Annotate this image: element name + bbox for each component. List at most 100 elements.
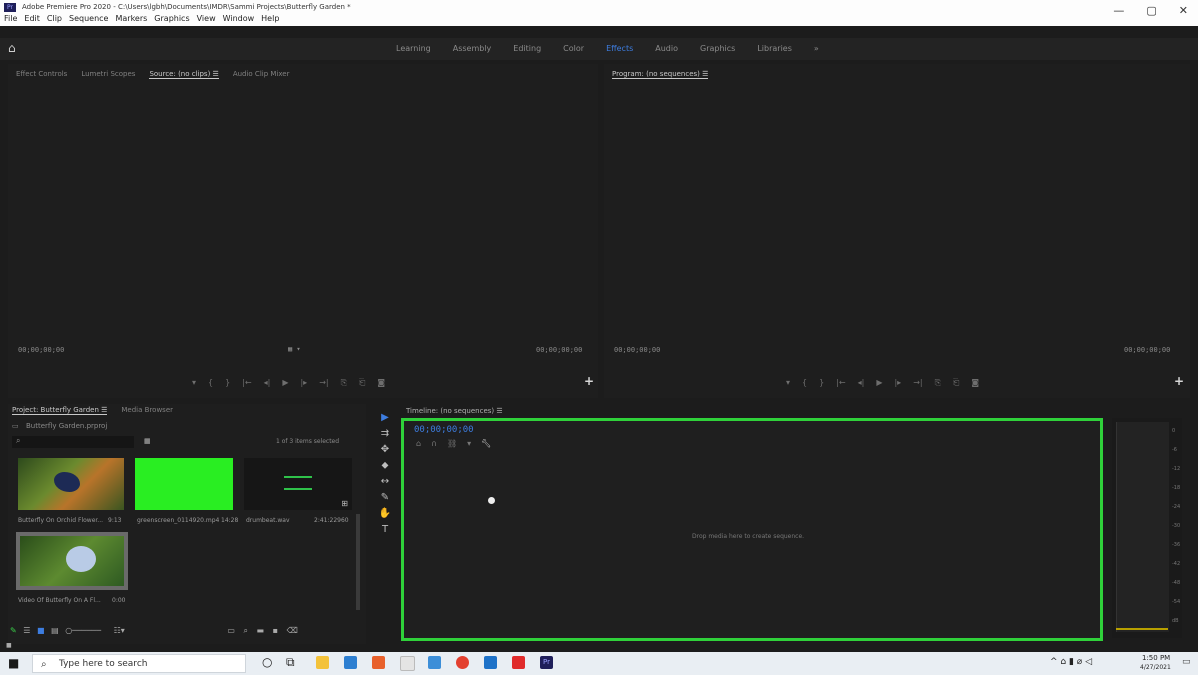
extract-button[interactable]: ⎗ — [953, 378, 959, 388]
chrome-icon[interactable] — [456, 656, 469, 669]
clear-icon[interactable]: ⌫ — [287, 626, 298, 635]
tab-timeline[interactable]: Timeline: (no sequences) ☰ — [406, 407, 503, 415]
taskbar-search-input[interactable]: ⌕ Type here to search — [32, 654, 246, 673]
list-view-icon[interactable]: ☰ — [23, 626, 30, 635]
store-icon[interactable] — [428, 656, 441, 669]
menu-view[interactable]: View — [197, 14, 216, 23]
new-bin-icon[interactable]: ▬ — [257, 626, 265, 635]
play-button[interactable]: ▶ — [876, 378, 882, 388]
workspace-tab-effects[interactable]: Effects — [606, 44, 633, 53]
overwrite-button[interactable]: ⎗ — [359, 378, 365, 388]
notifications-icon[interactable]: ▭ — [1182, 657, 1191, 667]
ripple-edit-tool-icon[interactable]: ✥ — [375, 444, 395, 460]
project-scrollbar[interactable] — [356, 514, 360, 610]
export-frame-button[interactable]: ◙ — [377, 378, 385, 388]
sort-icon[interactable]: ☷▾ — [114, 626, 125, 635]
photos-icon[interactable] — [400, 656, 415, 671]
clip-thumbnail-greenscreen[interactable] — [135, 458, 233, 510]
menu-window[interactable]: Window — [223, 14, 255, 23]
wrench-icon[interactable]: 🔧︎ — [481, 439, 491, 448]
pen-tool-icon[interactable]: ✎ — [375, 492, 395, 508]
home-icon[interactable]: ⌂ — [8, 41, 16, 55]
mark-out-button[interactable]: } — [819, 378, 824, 388]
automate-icon[interactable]: ▭ — [227, 626, 235, 635]
export-frame-button[interactable]: ◙ — [971, 378, 979, 388]
clock-time[interactable]: 1:50 PM — [1142, 654, 1170, 662]
tab-source-monitor[interactable]: Source: (no clips) ☰ — [149, 70, 219, 79]
step-back-button[interactable]: ◂| — [264, 378, 271, 388]
pencil-icon[interactable]: ✎ — [10, 626, 17, 635]
timeline-timecode[interactable]: 00;00;00;00 — [414, 425, 474, 435]
mark-out-button[interactable]: } — [225, 378, 230, 388]
freeform-view-icon[interactable]: ▤ — [51, 626, 59, 635]
tab-effect-controls[interactable]: Effect Controls — [16, 70, 67, 79]
find-icon[interactable]: ⌕ — [243, 626, 247, 635]
system-tray-icons[interactable]: ^ ⌂ ▮ ⌀ ◁ — [1050, 657, 1092, 667]
menu-sequence[interactable]: Sequence — [69, 14, 108, 23]
cortana-icon[interactable]: ○ — [262, 655, 272, 669]
new-bin-from-search-icon[interactable]: ▦ — [144, 437, 151, 445]
icon-view-icon[interactable]: ■ — [37, 626, 45, 635]
tab-media-browser[interactable]: Media Browser — [121, 406, 173, 415]
clip-tile-selected[interactable] — [16, 532, 128, 590]
step-forward-button[interactable]: |▸ — [300, 378, 307, 388]
file-explorer-icon[interactable] — [316, 656, 329, 669]
workspace-overflow-button[interactable]: » — [814, 44, 819, 53]
clip-thumbnail-butterfly-orchid[interactable] — [18, 458, 124, 510]
tab-lumetri-scopes[interactable]: Lumetri Scopes — [81, 70, 135, 79]
source-playhead-timecode[interactable]: 00;00;00;00 — [18, 346, 64, 354]
go-to-in-button[interactable]: |← — [836, 378, 845, 388]
step-back-button[interactable]: ◂| — [858, 378, 865, 388]
menu-graphics[interactable]: Graphics — [154, 14, 189, 23]
hand-tool-icon[interactable]: ✋ — [375, 508, 395, 524]
clock-date[interactable]: 4/27/2021 — [1140, 664, 1171, 671]
add-marker-button[interactable]: ▾ — [786, 378, 790, 388]
source-button-editor-icon[interactable]: + — [584, 374, 594, 388]
snap-icon[interactable]: ∩ — [431, 439, 437, 448]
workspace-tab-editing[interactable]: Editing — [513, 44, 541, 53]
step-forward-button[interactable]: |▸ — [894, 378, 901, 388]
play-button[interactable]: ▶ — [282, 378, 288, 388]
slip-tool-icon[interactable]: ↔ — [375, 476, 395, 492]
workspace-tab-audio[interactable]: Audio — [655, 44, 678, 53]
menu-file[interactable]: File — [4, 14, 17, 23]
workspace-tab-libraries[interactable]: Libraries — [757, 44, 792, 53]
program-playhead-timecode[interactable]: 00;00;00;00 — [614, 346, 660, 354]
workspace-tab-color[interactable]: Color — [563, 44, 584, 53]
maximize-button[interactable]: ▢ — [1146, 4, 1156, 17]
insert-button[interactable]: ⎘ — [341, 378, 347, 388]
clip-thumbnail-audio[interactable]: ⊞ — [244, 458, 352, 510]
mail-icon[interactable] — [344, 656, 357, 669]
menu-edit[interactable]: Edit — [24, 14, 40, 23]
go-to-out-button[interactable]: →| — [319, 378, 328, 388]
mark-in-button[interactable]: { — [208, 378, 213, 388]
premiere-taskbar-icon[interactable]: Pr — [540, 656, 553, 669]
minimize-button[interactable]: — — [1113, 4, 1124, 17]
track-select-tool-icon[interactable]: ⇉ — [375, 428, 395, 444]
acrobat-icon[interactable] — [512, 656, 525, 669]
menu-clip[interactable]: Clip — [47, 14, 62, 23]
add-marker-icon[interactable]: ▾ — [467, 439, 471, 448]
workspace-tab-learning[interactable]: Learning — [396, 44, 431, 53]
go-to-in-button[interactable]: |← — [242, 378, 251, 388]
outlook-icon[interactable] — [484, 656, 497, 669]
tab-audio-clip-mixer[interactable]: Audio Clip Mixer — [233, 70, 290, 79]
menu-markers[interactable]: Markers — [115, 14, 147, 23]
new-item-icon[interactable]: ▪ — [273, 626, 278, 635]
menu-help[interactable]: Help — [261, 14, 279, 23]
workspace-tab-graphics[interactable]: Graphics — [700, 44, 735, 53]
razor-tool-icon[interactable]: ⬥ — [375, 460, 395, 476]
selection-tool-icon[interactable]: ▶ — [375, 412, 395, 428]
tab-project[interactable]: Project: Butterfly Garden ☰ — [12, 406, 108, 415]
zoom-slider[interactable]: ○────── — [65, 626, 101, 635]
type-tool-icon[interactable]: T — [375, 524, 395, 540]
workspace-tab-assembly[interactable]: Assembly — [453, 44, 492, 53]
windows-start-icon[interactable]: ■ — [8, 656, 19, 670]
mark-in-button[interactable]: { — [802, 378, 807, 388]
lift-button[interactable]: ⎘ — [935, 378, 941, 388]
go-to-out-button[interactable]: →| — [913, 378, 922, 388]
tab-program-monitor[interactable]: Program: (no sequences) ☰ — [612, 70, 709, 79]
task-view-icon[interactable]: ⧉ — [286, 655, 295, 670]
add-marker-button[interactable]: ▾ — [192, 378, 196, 388]
program-button-editor-icon[interactable]: + — [1174, 374, 1184, 388]
